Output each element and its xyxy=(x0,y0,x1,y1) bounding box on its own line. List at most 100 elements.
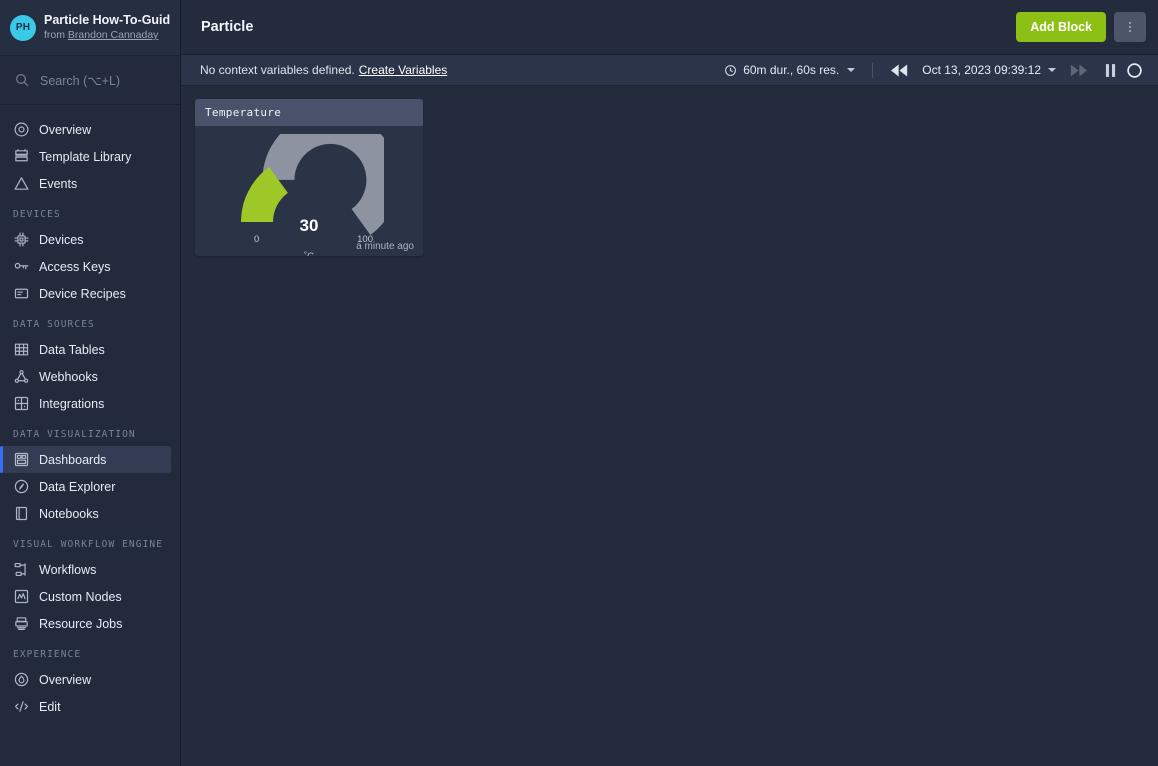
loading-spinner-button[interactable] xyxy=(1121,60,1148,81)
sidebar-item-overview[interactable]: Overview xyxy=(0,116,171,143)
dashboard-block[interactable]: Temperature 30 0 100 ˚C a minute ago xyxy=(195,99,423,256)
dashboard-canvas: Temperature 30 0 100 ˚C a minute ago xyxy=(181,86,1158,766)
time-controls: 60m dur., 60s res. Oct 13, 2023 09:39:12 xyxy=(720,60,1148,81)
sidebar-item-label: Resource Jobs xyxy=(39,616,123,631)
gauge-chart: 30 0 100 ˚C xyxy=(205,134,413,256)
block-title: Temperature xyxy=(205,106,282,119)
rewind-button[interactable] xyxy=(886,62,913,79)
context-variables-text: No context variables defined. xyxy=(200,63,355,77)
create-variables-link[interactable]: Create Variables xyxy=(359,63,448,77)
context-toolbar: No context variables defined. Create Var… xyxy=(181,55,1158,86)
sidebar-item-label: Workflows xyxy=(39,562,97,577)
devices-icon xyxy=(14,232,29,247)
clock-icon xyxy=(725,64,737,76)
page-title: Particle xyxy=(201,19,254,35)
integrations-icon xyxy=(14,396,29,411)
sidebar-item-data-tables[interactable]: Data Tables xyxy=(0,336,171,363)
rewind-icon xyxy=(891,64,908,76)
data-explorer-icon xyxy=(14,479,29,494)
org-author-link[interactable]: Brandon Cannaday xyxy=(68,29,159,41)
duration-resolution-selector[interactable]: 60m dur., 60s res. xyxy=(720,61,859,79)
block-header[interactable]: Temperature xyxy=(195,99,423,126)
search-placeholder: Search (⌥+L) xyxy=(40,73,121,88)
sidebar: PH Particle How-To-Guide from Brandon Ca… xyxy=(0,0,181,766)
pause-button[interactable] xyxy=(1100,62,1121,79)
events-icon xyxy=(14,177,29,190)
data-tables-icon xyxy=(14,343,29,356)
fast-forward-button[interactable] xyxy=(1065,62,1092,79)
sidebar-item-access-keys[interactable]: Access Keys xyxy=(0,253,171,280)
sidebar-item-label: Overview xyxy=(39,122,92,137)
sidebar-item-label: Notebooks xyxy=(39,506,99,521)
org-text: Particle How-To-Guide from Brandon Canna… xyxy=(44,13,170,42)
chevron-down-icon xyxy=(1048,68,1056,72)
more-options-button[interactable] xyxy=(1114,12,1146,42)
main-area: Particle Add Block No context variables … xyxy=(181,0,1158,766)
org-from-label: from xyxy=(44,29,65,41)
sidebar-item-integrations[interactable]: Integrations xyxy=(0,390,171,417)
sidebar-item-label: Data Tables xyxy=(39,342,105,357)
sidebar-item-label: Device Recipes xyxy=(39,286,126,301)
template-library-icon xyxy=(15,149,28,162)
duration-label: 60m dur., 60s res. xyxy=(743,63,840,77)
avatar: PH xyxy=(10,14,36,41)
nav-section-experience: EXPERIENCE xyxy=(13,649,82,660)
chevron-down-icon xyxy=(847,68,856,72)
webhooks-icon xyxy=(14,370,29,383)
toolbar-divider xyxy=(872,62,874,78)
sidebar-item-label: Events xyxy=(39,176,78,191)
sidebar-item-device-recipes[interactable]: Device Recipes xyxy=(0,280,171,307)
experience-overview-icon xyxy=(14,672,29,687)
org-subtitle: from Brandon Cannaday xyxy=(44,28,170,42)
sidebar-item-dashboards[interactable]: Dashboards xyxy=(0,446,171,473)
workflows-icon xyxy=(14,562,26,577)
sidebar-nav: Overview Template Library Events DEVICES Dev… xyxy=(0,105,180,766)
search-input[interactable]: Search (⌥+L) xyxy=(0,56,180,105)
resource-jobs-icon xyxy=(15,617,28,630)
device-recipes-icon xyxy=(14,288,29,299)
gauge-track-arc xyxy=(262,134,384,235)
sidebar-item-workflows[interactable]: Workflows xyxy=(0,556,171,583)
sidebar-item-label: Access Keys xyxy=(39,259,111,274)
nav-section-devices: DEVICES xyxy=(13,209,61,220)
gauge-min-label: 0 xyxy=(254,234,260,245)
overview-icon xyxy=(14,122,29,137)
org-header[interactable]: PH Particle How-To-Guide from Brandon Ca… xyxy=(0,0,180,56)
sidebar-item-notebooks[interactable]: Notebooks xyxy=(0,500,171,527)
pause-icon xyxy=(1105,63,1116,77)
dashboards-icon xyxy=(14,452,29,467)
sidebar-item-label: Edit xyxy=(39,699,61,714)
sidebar-item-label: Overview xyxy=(39,672,92,687)
sidebar-item-overview[interactable]: Overview xyxy=(0,666,171,693)
nav-section-visual-workflow-engine: VISUAL WORKFLOW ENGINE xyxy=(13,539,164,550)
access-keys-icon xyxy=(14,262,29,270)
custom-nodes-icon xyxy=(14,589,29,604)
sidebar-item-label: Custom Nodes xyxy=(39,589,122,604)
sidebar-item-label: Devices xyxy=(39,232,84,247)
sidebar-item-label: Webhooks xyxy=(39,369,98,384)
sidebar-item-resource-jobs[interactable]: Resource Jobs xyxy=(0,610,171,637)
more-vertical-icon xyxy=(1128,21,1132,33)
sidebar-item-webhooks[interactable]: Webhooks xyxy=(0,363,171,390)
block-timestamp: a minute ago xyxy=(356,241,414,252)
topbar: Particle Add Block xyxy=(181,0,1158,55)
datetime-selector[interactable]: Oct 13, 2023 09:39:12 xyxy=(919,61,1059,79)
sidebar-item-events[interactable]: Events xyxy=(0,170,171,197)
sidebar-item-devices[interactable]: Devices xyxy=(0,226,171,253)
datetime-label: Oct 13, 2023 09:39:12 xyxy=(922,63,1041,77)
gauge-value-label: 30 xyxy=(299,216,319,235)
fast-forward-icon xyxy=(1070,64,1087,76)
sidebar-item-data-explorer[interactable]: Data Explorer xyxy=(0,473,171,500)
sidebar-item-edit[interactable]: Edit xyxy=(0,693,171,720)
search-icon xyxy=(16,74,29,87)
block-body: 30 0 100 ˚C a minute ago xyxy=(195,126,423,256)
sidebar-item-custom-nodes[interactable]: Custom Nodes xyxy=(0,583,171,610)
add-block-button[interactable]: Add Block xyxy=(1016,12,1106,42)
edit-icon xyxy=(14,701,29,712)
notebooks-icon xyxy=(15,506,28,521)
loading-spinner-icon xyxy=(1127,62,1142,78)
sidebar-item-label: Dashboards xyxy=(39,452,107,467)
org-title: Particle How-To-Guide xyxy=(44,13,170,27)
nav-section-data-sources: DATA SOURCES xyxy=(13,319,95,330)
sidebar-item-template-library[interactable]: Template Library xyxy=(0,143,171,170)
